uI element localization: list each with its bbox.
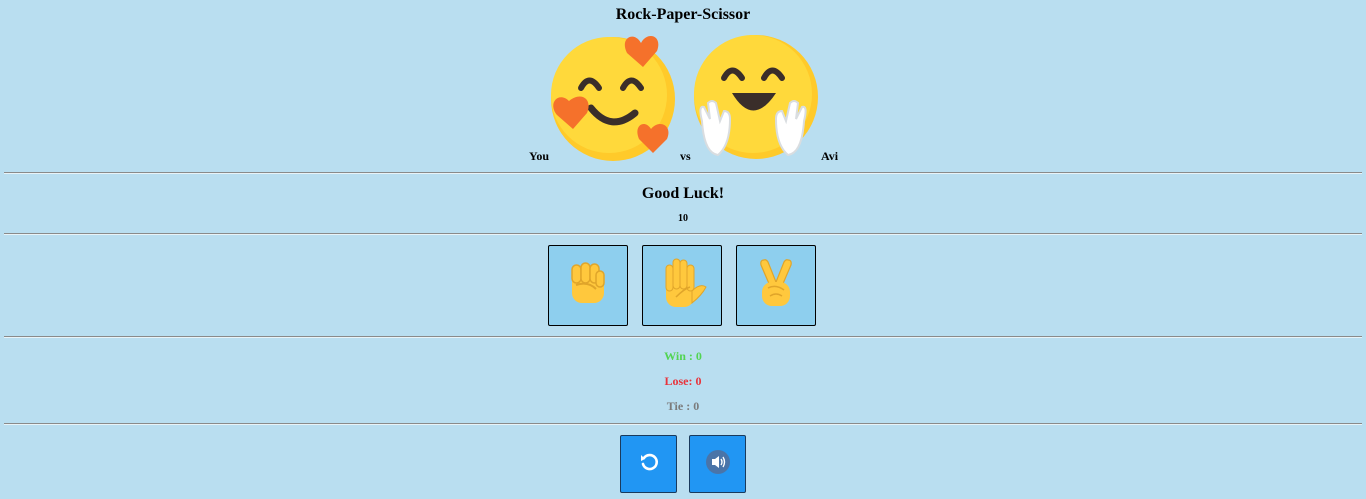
versus-label: vs	[680, 149, 691, 163]
game-page: Rock-Paper-Scissor You vs Avi Good Luck!…	[0, 0, 1366, 499]
page-title: Rock-Paper-Scissor	[615, 6, 751, 23]
divider	[4, 423, 1362, 425]
sound-toggle-button[interactable]	[689, 435, 746, 493]
rock-button[interactable]	[548, 245, 628, 326]
hugging-face-icon	[690, 33, 820, 168]
scissors-button[interactable]	[736, 245, 816, 326]
divider	[4, 172, 1362, 174]
raised-fist-icon	[566, 259, 610, 312]
countdown-timer: 10	[678, 213, 688, 224]
divider	[4, 233, 1362, 235]
player-opponent-label: Avi	[821, 149, 839, 163]
speaker-icon	[705, 449, 731, 480]
restart-button[interactable]	[620, 435, 677, 493]
victory-hand-icon	[754, 258, 798, 313]
tie-score: Tie : 0	[666, 399, 700, 413]
raised-hand-icon	[656, 257, 708, 314]
restart-icon	[639, 452, 659, 477]
lose-score: Lose: 0	[664, 374, 702, 388]
round-status: Good Luck!	[641, 185, 725, 202]
players-area: You vs Avi	[0, 30, 1366, 165]
divider	[4, 336, 1362, 338]
win-score: Win : 0	[664, 349, 702, 363]
paper-button[interactable]	[642, 245, 722, 326]
smiling-face-with-hearts-icon	[549, 33, 679, 168]
player-you-label: You	[529, 149, 550, 163]
